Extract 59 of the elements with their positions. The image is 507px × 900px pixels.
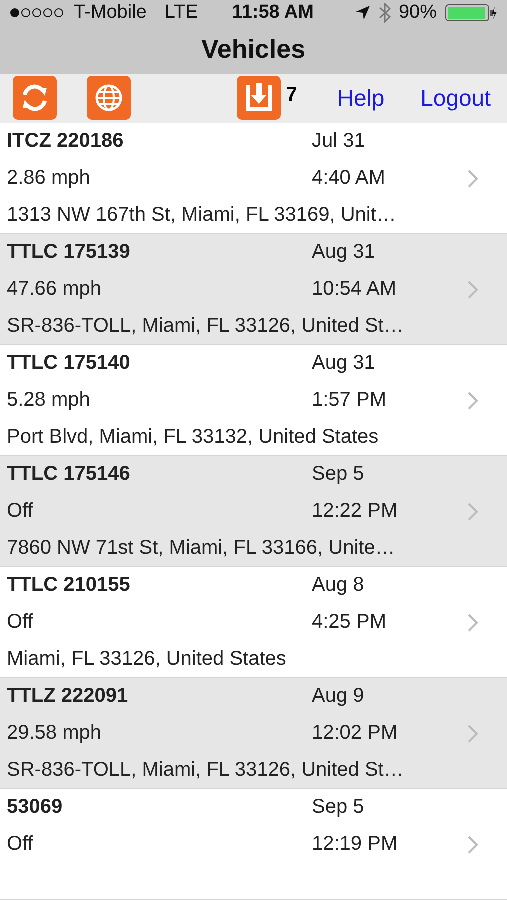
chevron-icon: [467, 390, 479, 410]
refresh-button[interactable]: [12, 75, 58, 122]
vehicle-name: ITCZ 220186: [7, 130, 125, 153]
chevron-icon: [467, 724, 479, 744]
carrier-name: T-Mobile: [74, 2, 147, 24]
report-date: Sep 5: [312, 463, 366, 486]
battery-icon: [445, 4, 497, 22]
vehicle-name: TTLC 175140: [7, 352, 132, 375]
location-icon: [354, 4, 371, 21]
download-count: 7: [286, 84, 298, 107]
bluetooth-icon: [378, 2, 391, 23]
vehicle-name: 53069: [7, 796, 64, 819]
vehicle-speed: 2.86 mph: [7, 167, 92, 190]
report-date: Sep 5: [312, 796, 366, 819]
toolbar-link[interactable]: Logout: [420, 84, 491, 112]
report-time: 4:25 PM: [312, 611, 388, 634]
vehicle-address: 7860 NW 71st St, Miami, FL 33166, Unite…: [7, 537, 396, 560]
vehicle-address: 1313 NW 167th St, Miami, FL 33169, Unit…: [7, 204, 398, 227]
clock-time: 11:58 AM: [232, 2, 314, 24]
vehicle-row[interactable]: TTLZ 222091 Aug 9 29.58 mph 12:02 PM SR-836-TOLL, Miami, FL 33126, United St…: [0, 678, 507, 789]
battery-percent: 90%: [398, 2, 437, 24]
vehicle-speed: 29.58 mph: [7, 722, 103, 745]
vehicle-speed: Off: [7, 611, 34, 634]
report-date: Aug 8: [312, 574, 366, 597]
vehicle-address: SR-836-TOLL, Miami, FL 33126, United St…: [7, 759, 405, 782]
report-time: 12:22 PM: [312, 500, 399, 523]
vehicle-address: Port Blvd, Miami, FL 33132, United States: [7, 426, 380, 449]
vehicle-name: TTLC 175146: [7, 463, 132, 486]
vehicle-speed: Off: [7, 833, 34, 856]
report-time: 4:40 AM: [312, 167, 386, 190]
report-date: Jul 31: [312, 130, 366, 153]
vehicle-name: TTLC 210155: [7, 574, 132, 597]
report-date: Aug 31: [312, 241, 376, 264]
chevron-icon: [467, 834, 479, 854]
network-type: LTE: [164, 2, 198, 24]
vehicle-speed: 47.66 mph: [7, 278, 103, 301]
chevron-icon: [467, 502, 479, 522]
screen-title: Vehicles: [201, 34, 306, 66]
report-date: Aug 31: [312, 352, 376, 375]
report-time: 10:54 AM: [312, 278, 398, 301]
vehicle-name: TTLC 175139: [7, 241, 132, 264]
report-time: 12:02 PM: [312, 722, 399, 745]
signal-icon: [10, 8, 66, 18]
vehicle-row[interactable]: TTLC 175146 Sep 5 Off 12:22 PM 7860 NW 71st St, Miami, FL 33166, Unite…: [0, 456, 507, 567]
toolbar-link[interactable]: Help: [337, 84, 385, 112]
chevron-icon: [467, 168, 479, 188]
download-button[interactable]: [236, 75, 282, 122]
chevron-icon: [467, 280, 479, 300]
vehicle-name: TTLZ 222091: [7, 685, 130, 708]
vehicle-speed: Off: [7, 500, 34, 523]
report-date: Aug 9: [312, 685, 366, 708]
report-time: 1:57 PM: [312, 389, 388, 412]
vehicle-speed: 5.28 mph: [7, 389, 92, 412]
globe-button[interactable]: [86, 75, 132, 122]
chevron-icon: [467, 612, 479, 632]
vehicle-address: SR-836-TOLL, Miami, FL 33126, United St…: [7, 315, 405, 338]
vehicle-address: Miami, FL 33126, United States: [7, 648, 288, 671]
vehicle-row[interactable]: TTLC 175139 Aug 31 47.66 mph 10:54 AM SR-836-TOLL, Miami, FL 33126, United St…: [0, 234, 507, 345]
report-time: 12:19 PM: [312, 833, 399, 856]
